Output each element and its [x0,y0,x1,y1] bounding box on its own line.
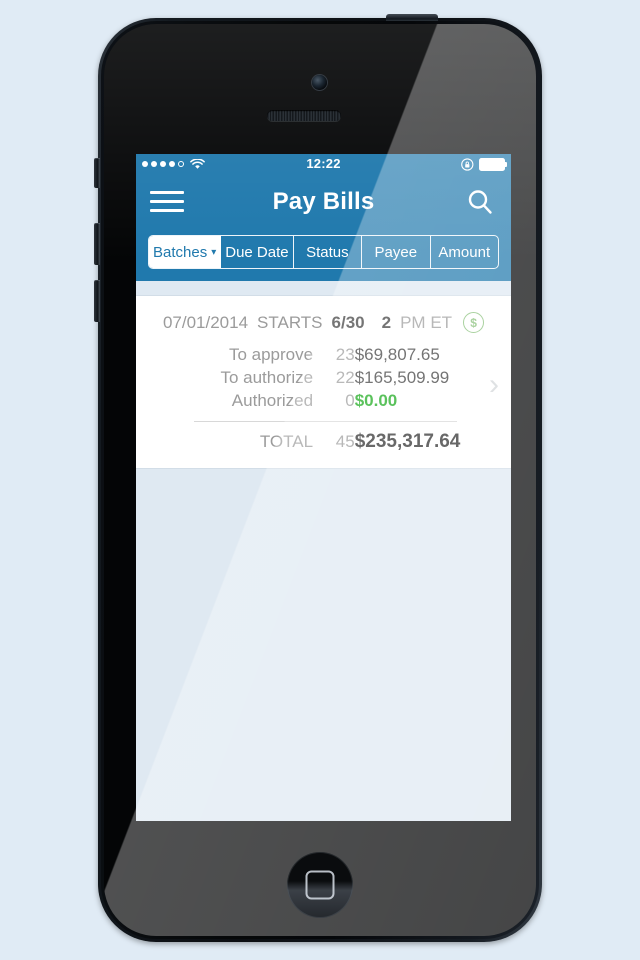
chevron-down-icon: ▾ [211,246,217,258]
row-amount: $0.00 [354,390,398,410]
table-row-total: TOTAL 45 $235,317.64 [150,429,497,454]
rotation-lock-icon [461,157,474,171]
battery-icon [479,157,507,171]
hamburger-menu-icon[interactable] [150,185,184,218]
home-button-square-icon [305,870,335,900]
mute-switch[interactable] [94,158,100,188]
card-divider [194,421,457,422]
row-count: 23 [335,344,355,364]
total-count: 45 [335,431,355,451]
batch-total-table: TOTAL 45 $235,317.64 [150,429,497,454]
tab-status[interactable]: Status [294,236,363,268]
row-count: 0 [345,390,355,410]
batch-starts-label: STARTS [257,312,323,332]
table-row: To approve 23 $69,807.65 [150,343,497,366]
batch-starts-time: 2 [381,312,392,332]
status-bar-right [461,157,507,171]
batch-date: 07/01/2014 [162,312,249,332]
device-face: 12:22 Pay Bills Batches ▾ Due Date Statu… [104,24,536,936]
table-row: To authorize 22 $165,509.99 [150,366,497,389]
front-camera-icon [312,75,327,90]
search-icon[interactable] [463,185,497,219]
row-label: To approve [228,344,314,364]
segmented-control[interactable]: Batches ▾ Due Date Status Payee Amount [148,235,499,269]
status-bar-clock: 12:22 [306,156,341,171]
chevron-right-icon[interactable]: › [489,370,499,400]
batch-card-header: 07/01/2014 STARTS 6/30 2 PM ET $ [150,312,497,333]
status-bar: 12:22 [136,154,511,174]
row-amount: $69,807.65 [354,344,440,364]
row-amount: $165,509.99 [354,367,450,387]
total-amount: $235,317.64 [354,430,461,452]
row-label: To authorize [220,367,314,387]
filter-tabs-container: Batches ▾ Due Date Status Payee Amount [136,229,511,281]
navigation-bar: Pay Bills [136,174,511,229]
row-label: Authorized [231,390,314,410]
home-button[interactable] [287,852,353,918]
power-button[interactable] [386,14,438,21]
total-label: TOTAL [259,431,314,451]
volume-down-button[interactable] [94,280,100,322]
iphone-device: 12:22 Pay Bills Batches ▾ Due Date Statu… [94,14,542,942]
earpiece-speaker-icon [267,110,341,121]
row-count: 22 [335,367,355,387]
tab-batches[interactable]: Batches ▾ [149,236,222,268]
content-area: › 07/01/2014 STARTS 6/30 2 PM ET $ To ap… [136,281,511,821]
batch-card[interactable]: › 07/01/2014 STARTS 6/30 2 PM ET $ To ap… [136,295,511,469]
volume-up-button[interactable] [94,223,100,265]
batch-stats-table: To approve 23 $69,807.65 To authorize 22… [150,343,497,412]
batch-starts-timezone: PM ET [400,312,453,332]
table-row: Authorized 0 $0.00 [150,389,497,412]
tab-payee[interactable]: Payee [362,236,431,268]
batch-starts-day: 6/30 [331,312,365,332]
dollar-circle-icon: $ [463,312,485,333]
tab-batches-label: Batches [153,243,208,261]
phone-screen: 12:22 Pay Bills Batches ▾ Due Date Statu… [136,154,511,821]
tab-due-date[interactable]: Due Date [221,236,294,268]
tab-amount[interactable]: Amount [431,236,498,268]
page-title: Pay Bills [272,187,375,215]
